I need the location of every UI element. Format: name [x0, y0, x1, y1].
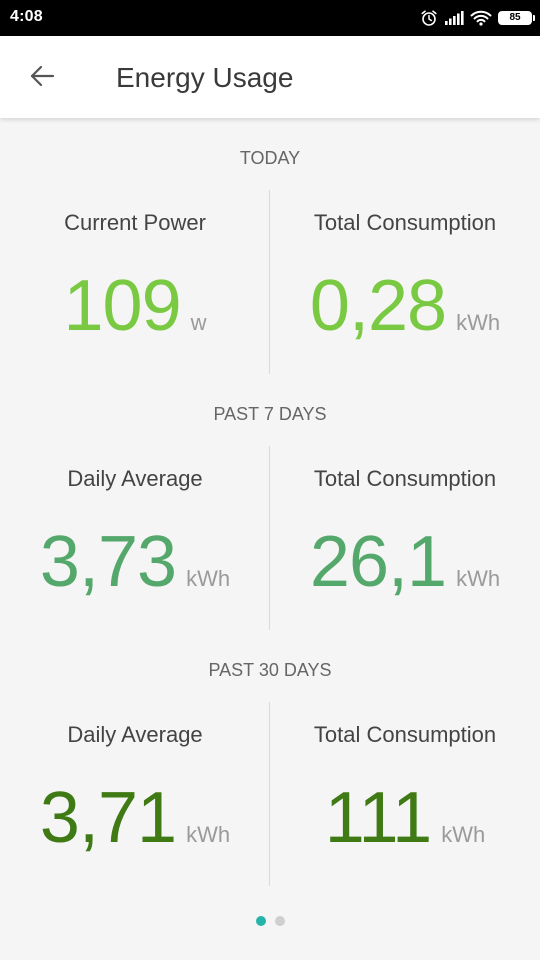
metric-value-group: 0,28 kWh: [270, 266, 540, 346]
metric-label: Daily Average: [67, 466, 203, 491]
section-header-past-30-days: PAST 30 DAYS: [208, 660, 332, 680]
metric-value-group: 111 kWh: [270, 778, 540, 858]
metric-value-group: 3,73 kWh: [0, 522, 270, 602]
app-bar: Energy Usage: [0, 36, 540, 118]
wifi-icon: [470, 10, 492, 26]
metric-label: Total Consumption: [313, 466, 497, 491]
signal-icon: [444, 10, 464, 26]
metric-label: Total Consumption: [313, 722, 497, 747]
section-header-past-7-days: PAST 7 DAYS: [213, 404, 327, 424]
status-time: 4:08: [10, 8, 43, 25]
page-indicator[interactable]: [0, 916, 540, 926]
metric-unit: kWh: [456, 310, 501, 335]
page-title: Energy Usage: [116, 62, 294, 93]
battery-level: 85: [509, 12, 521, 23]
alarm-icon: [420, 9, 438, 27]
metric-value: 3,71: [39, 778, 177, 858]
metric-unit: kWh: [186, 566, 231, 591]
metric-value: 0,28: [309, 266, 447, 346]
metric-label: Current Power: [64, 210, 206, 235]
section-header-today: TODAY: [239, 148, 301, 168]
battery-icon: 85: [498, 11, 535, 25]
metric-unit: w: [190, 310, 207, 335]
metric-value: 26,1: [309, 522, 447, 602]
back-arrow-icon: [29, 64, 55, 93]
metric-value: 111: [324, 778, 432, 858]
metric-label: Daily Average: [67, 722, 203, 747]
metric-unit: kWh: [441, 822, 486, 847]
back-button[interactable]: [22, 58, 62, 98]
metric-value: 3,73: [39, 522, 177, 602]
metric-value-group: 109 w: [0, 266, 270, 346]
status-bar: 4:08 85: [0, 0, 540, 36]
metric-value: 109: [63, 266, 181, 346]
metric-unit: kWh: [186, 822, 231, 847]
metric-label: Total Consumption: [313, 210, 497, 235]
metric-unit: kWh: [456, 566, 501, 591]
page-dot[interactable]: [274, 916, 285, 926]
page-dot[interactable]: [255, 916, 266, 926]
status-icons: 85: [420, 8, 535, 28]
metric-value-group: 26,1 kWh: [270, 522, 540, 602]
metric-value-group: 3,71 kWh: [0, 778, 270, 858]
